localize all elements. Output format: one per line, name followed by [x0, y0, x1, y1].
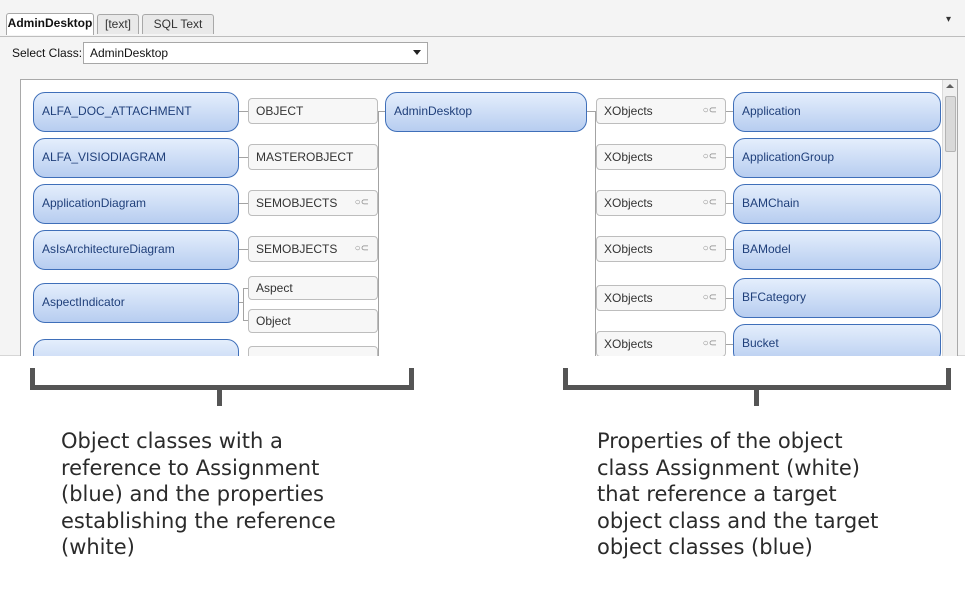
class-node-alfa-doc-attachment[interactable]: ALFA_DOC_ATTACHMENT	[33, 92, 239, 132]
connector	[726, 344, 733, 345]
app-window: AdminDesktop [text] SQL Text ▾ Select Cl…	[0, 0, 965, 356]
link-icon: ○⊂	[354, 197, 369, 208]
property-label: XObjects	[604, 291, 653, 305]
property-aspect[interactable]: Aspect	[248, 276, 378, 300]
property-xobjects[interactable]: XObjects ○⊂	[596, 98, 726, 124]
property-xobjects[interactable]: XObjects ○⊂	[596, 144, 726, 170]
link-icon: ○⊂	[702, 292, 717, 303]
target-class-bucket[interactable]: Bucket	[733, 324, 941, 356]
class-node-alfa-visiodiagram[interactable]: ALFA_VISIODIAGRAM	[33, 138, 239, 178]
connector	[726, 111, 733, 112]
property-label: SEMOBJECTS	[256, 196, 338, 210]
property-xobjects[interactable]: XObjects ○⊂	[596, 190, 726, 216]
property-label: OBJECT	[256, 104, 304, 118]
class-node-partial[interactable]	[33, 339, 239, 356]
class-node-asisarchitecturediagram[interactable]: AsIsArchitectureDiagram	[33, 230, 239, 270]
center-class-node[interactable]: AdminDesktop	[385, 92, 587, 132]
property-label: SEMOBJECTS	[256, 242, 338, 256]
property-label: XObjects	[604, 150, 653, 164]
property-label: Aspect	[256, 281, 293, 295]
link-icon: ○⊂	[702, 243, 717, 254]
class-node-aspectindicator[interactable]: AspectIndicator	[33, 283, 239, 323]
select-class-label: Select Class:	[12, 46, 83, 60]
target-class-application[interactable]: Application	[733, 92, 941, 132]
property-label: Object	[256, 314, 291, 328]
left-brace	[30, 368, 414, 390]
property-xobjects[interactable]: XObjects ○⊂	[596, 331, 726, 356]
link-icon: ○⊂	[702, 338, 717, 349]
connector	[726, 203, 733, 204]
tab-sql-text[interactable]: SQL Text	[142, 14, 214, 34]
property-label: XObjects	[604, 196, 653, 210]
connector	[239, 111, 248, 112]
target-class-bamchain[interactable]: BAMChain	[733, 184, 941, 224]
vertical-scrollbar[interactable]	[942, 80, 957, 356]
link-icon: ○⊂	[702, 197, 717, 208]
property-label: XObjects	[604, 104, 653, 118]
target-class-bfcategory[interactable]: BFCategory	[733, 278, 941, 318]
left-brace-stem	[217, 389, 222, 406]
select-class-combobox[interactable]: AdminDesktop	[83, 42, 428, 64]
class-node-applicationdiagram[interactable]: ApplicationDiagram	[33, 184, 239, 224]
class-selector: Select Class: AdminDesktop	[12, 42, 432, 64]
target-class-bamodel[interactable]: BAModel	[733, 230, 941, 270]
scroll-up-icon[interactable]	[946, 84, 954, 88]
connector-bus	[378, 111, 379, 356]
tab-bar: AdminDesktop [text] SQL Text ▾	[0, 0, 965, 37]
right-brace-stem	[754, 389, 759, 406]
property-object[interactable]: OBJECT	[248, 98, 378, 124]
right-brace	[563, 368, 951, 390]
select-class-value: AdminDesktop	[90, 46, 169, 60]
property-xobjects[interactable]: XObjects ○⊂	[596, 285, 726, 311]
property-partial[interactable]	[248, 346, 378, 356]
connector	[726, 157, 733, 158]
property-masterobject[interactable]: MASTEROBJECT	[248, 144, 378, 170]
link-icon: ○⊂	[702, 105, 717, 116]
connector	[239, 249, 248, 250]
tab-admindesktop[interactable]: AdminDesktop	[6, 13, 94, 35]
tab-text[interactable]: [text]	[97, 14, 139, 34]
property-label: XObjects	[604, 337, 653, 351]
chevron-down-icon[interactable]	[413, 50, 421, 55]
property-object[interactable]: Object	[248, 309, 378, 333]
property-semobjects[interactable]: SEMOBJECTS ○⊂	[248, 236, 378, 262]
property-label: MASTEROBJECT	[256, 150, 354, 164]
link-icon: ○⊂	[354, 243, 369, 254]
left-caption: Object classes with a reference to Assig…	[61, 429, 336, 559]
connector	[726, 298, 733, 299]
class-reference-diagram[interactable]: ALFA_DOC_ATTACHMENT ALFA_VISIODIAGRAM Ap…	[20, 79, 958, 356]
connector	[726, 249, 733, 250]
scroll-thumb[interactable]	[945, 96, 956, 152]
target-class-applicationgroup[interactable]: ApplicationGroup	[733, 138, 941, 178]
property-semobjects[interactable]: SEMOBJECTS ○⊂	[248, 190, 378, 216]
connector	[587, 111, 595, 112]
connector	[378, 111, 385, 112]
link-icon: ○⊂	[702, 151, 717, 162]
property-xobjects[interactable]: XObjects ○⊂	[596, 236, 726, 262]
tab-menu-dropdown[interactable]: ▾	[946, 14, 951, 25]
property-label: XObjects	[604, 242, 653, 256]
connector	[239, 203, 248, 204]
connector	[243, 288, 244, 320]
right-caption: Properties of the object class Assignmen…	[597, 429, 879, 559]
connector	[239, 157, 248, 158]
